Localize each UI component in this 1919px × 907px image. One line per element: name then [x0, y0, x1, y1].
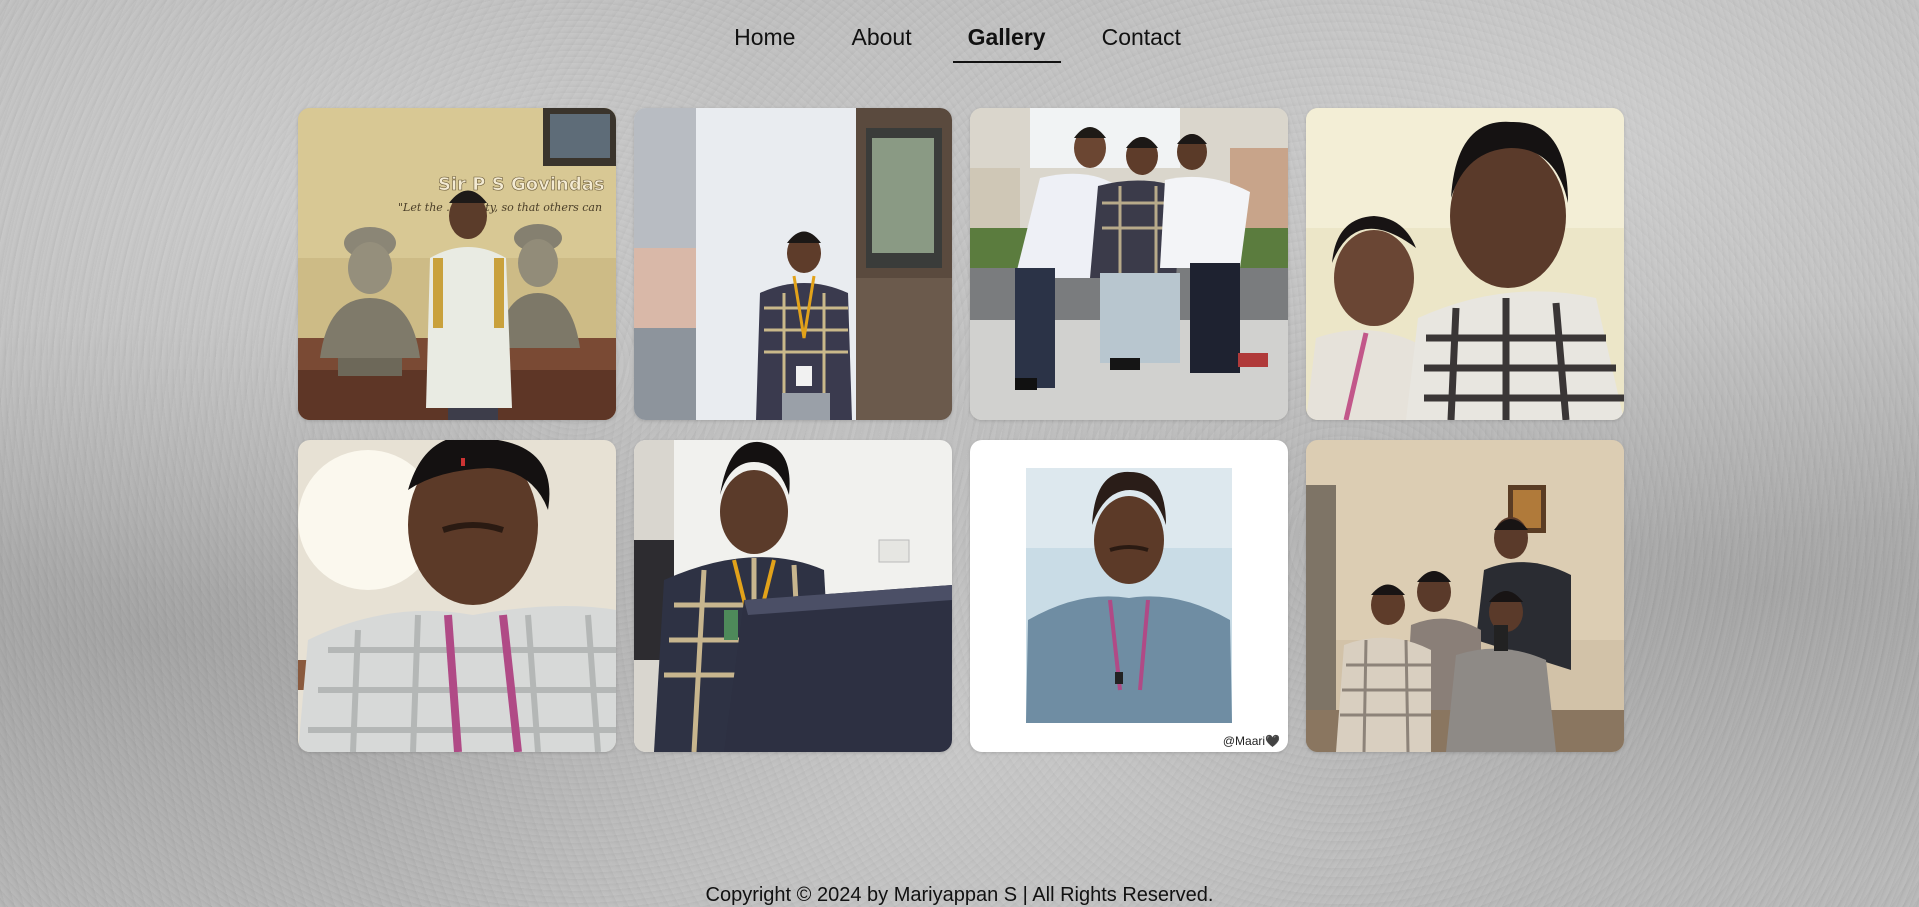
gallery-photo-8[interactable]	[1306, 440, 1624, 752]
main-nav: Home About Gallery Contact	[0, 22, 1917, 63]
photo-8-image	[1306, 440, 1624, 752]
gallery-photo-1[interactable]: Sir P S Govindas "Let the ... clarity, s…	[298, 108, 616, 420]
nav-contact-link[interactable]: Contact	[1087, 22, 1196, 63]
gallery-photo-3[interactable]	[970, 108, 1288, 420]
photo-4-image	[1306, 108, 1624, 420]
photo-gallery: Sir P S Govindas "Let the ... clarity, s…	[298, 108, 1624, 752]
photo-6-image	[634, 440, 952, 752]
nav-home-link[interactable]: Home	[719, 22, 810, 63]
photo-2-image	[634, 108, 952, 420]
photo-1-image: Sir P S Govindas "Let the ... clarity, s…	[298, 108, 616, 420]
nav-about-link[interactable]: About	[836, 22, 926, 63]
gallery-photo-2[interactable]	[634, 108, 952, 420]
gallery-photo-6[interactable]	[634, 440, 952, 752]
photo-7-image	[970, 440, 1288, 752]
copyright-text: Copyright © 2024 by Mariyappan S | All R…	[705, 884, 1214, 906]
gallery-photo-4[interactable]	[1306, 108, 1624, 420]
nav-gallery-link[interactable]: Gallery	[952, 22, 1061, 63]
photo-1-sign-quote: "Let the ... clarity, so that others can	[398, 201, 602, 214]
site-footer: Copyright © 2024 by Mariyappan S | All R…	[0, 884, 1919, 907]
gallery-photo-5[interactable]	[298, 440, 616, 752]
photo-7-watermark: @Maari🖤	[1222, 734, 1280, 748]
gallery-photo-7[interactable]: @Maari🖤	[970, 440, 1288, 752]
photo-5-image	[298, 440, 616, 752]
photo-3-image	[970, 108, 1288, 420]
